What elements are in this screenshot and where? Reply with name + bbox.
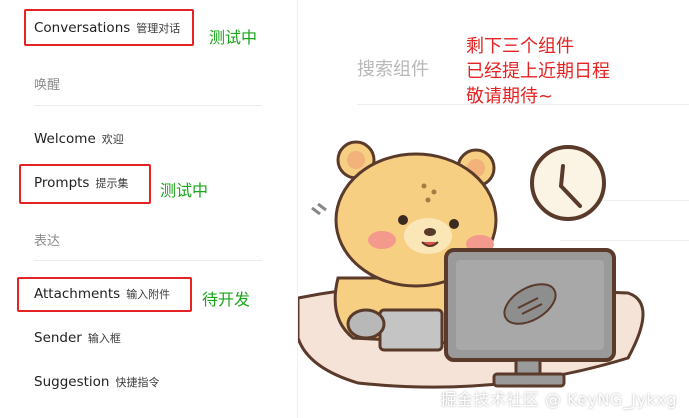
group-title-wake: 唤醒	[34, 78, 61, 93]
bear-computer-sticker	[298, 140, 645, 389]
sidebar-item-label: Suggestion	[34, 374, 110, 390]
annotation-conversations: 测试中	[209, 28, 258, 47]
highlight-box-prompts	[19, 164, 151, 204]
divider	[34, 105, 262, 106]
annotation-line: 已经提上近期日程	[466, 61, 610, 82]
sidebar-item-label: Welcome	[34, 131, 96, 147]
sidebar-item-sub: 输入框	[87, 332, 121, 345]
sidebar-item-sub: 快捷指令	[115, 376, 160, 389]
annotation-attachments: 待开发	[202, 290, 251, 309]
highlight-box-attachments	[17, 277, 192, 312]
sidebar-nav: Conversations 管理对话 唤醒 Welcome 欢迎 Prompts 提示…	[0, 0, 298, 418]
annotation-remaining: 剩下三个组件 已经提上近期日程 敬请期待~	[466, 34, 610, 109]
sidebar-item-label: Sender	[34, 330, 82, 346]
annotation-prompts: 测试中	[160, 181, 209, 200]
sidebar-item-welcome[interactable]: Welcome 欢迎	[34, 131, 124, 147]
section-title-search: 搜索组件	[357, 59, 429, 80]
divider	[34, 260, 262, 261]
sidebar-item-sender[interactable]: Sender 输入框	[34, 330, 121, 346]
annotation-line: 敬请期待~	[466, 86, 554, 107]
highlight-box-conversations	[24, 9, 194, 46]
annotation-line: 剩下三个组件	[466, 36, 574, 57]
sidebar-item-sub: 欢迎	[101, 133, 124, 146]
keyboard-icon	[378, 308, 444, 352]
clock-icon	[530, 145, 606, 221]
watermark: 掘金技术社区 @ KeyNG_Jykxg	[440, 390, 677, 409]
group-title-express: 表达	[34, 234, 61, 249]
sidebar-item-suggestion[interactable]: Suggestion 快捷指令	[34, 374, 159, 390]
